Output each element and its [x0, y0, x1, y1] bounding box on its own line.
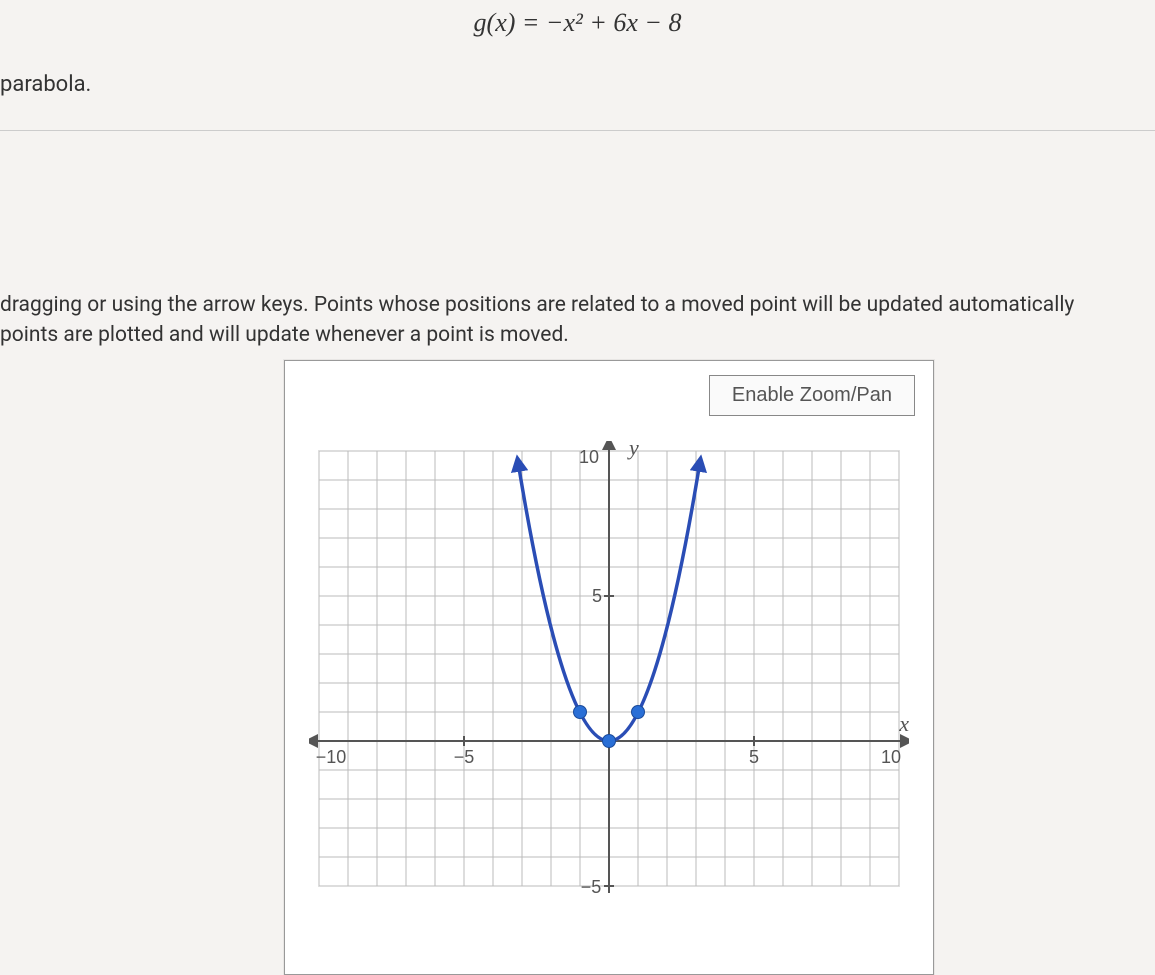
tick-neg5y: −5	[581, 877, 602, 897]
enable-zoom-pan-button[interactable]: Enable Zoom/Pan	[709, 375, 915, 416]
y-axis-label: y	[627, 441, 639, 460]
x-axis-label: x	[898, 711, 909, 736]
plot-point-right[interactable]	[632, 706, 645, 719]
instruction-line-2: points are plotted and will update whene…	[0, 323, 569, 347]
tick-10x: 10	[881, 747, 901, 767]
tick-neg10: −10	[316, 747, 347, 767]
equation-text: g(x) = −x² + 6x − 8	[0, 0, 1155, 38]
coordinate-plot[interactable]: −10 −5 5 10 10 5 −5 y x	[309, 441, 909, 971]
tick-10y: 10	[579, 447, 599, 467]
tick-5y: 5	[592, 586, 602, 606]
tick-neg5: −5	[454, 747, 475, 767]
plot-point-vertex[interactable]	[603, 735, 616, 748]
plot-point-left[interactable]	[574, 706, 587, 719]
instruction-line-1: dragging or using the arrow keys. Points…	[0, 293, 1074, 317]
tick-5x: 5	[749, 747, 759, 767]
graph-panel: Enable Zoom/Pan	[284, 360, 934, 975]
divider	[0, 130, 1155, 131]
instruction-text: dragging or using the arrow keys. Points…	[0, 290, 1155, 351]
parabola-label: parabola.	[0, 72, 91, 97]
